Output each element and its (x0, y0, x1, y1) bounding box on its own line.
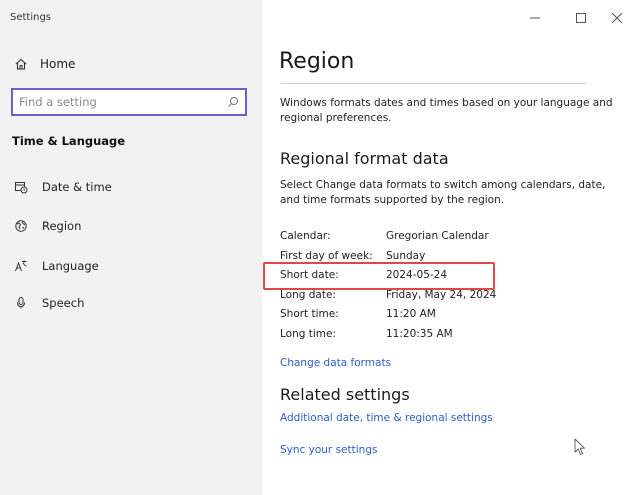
additional-regional-settings-link[interactable]: Additional date, time & regional setting… (280, 412, 493, 424)
language-icon (14, 259, 28, 273)
sidebar-item-label: Home (40, 57, 76, 71)
sidebar-item-speech[interactable]: Speech (14, 293, 249, 313)
format-label: Short time: (280, 308, 339, 320)
format-label: Calendar: (280, 230, 331, 242)
sidebar-item-label: Date & time (42, 180, 112, 194)
sidebar-item-label: Speech (42, 296, 85, 310)
sidebar-item-label: Language (42, 259, 99, 273)
calendar-clock-icon (14, 180, 28, 194)
search-icon[interactable] (221, 90, 245, 114)
home-icon (14, 57, 28, 71)
sidebar: Settings Home Time & Language Date & tim… (0, 0, 262, 495)
format-value: 11:20 AM (386, 308, 436, 320)
format-row-long-time: Long time: 11:20:35 AM (280, 325, 620, 343)
microphone-icon (14, 296, 28, 310)
search-input[interactable] (13, 90, 221, 114)
sidebar-item-region[interactable]: Region (14, 216, 249, 236)
sidebar-item-date-time[interactable]: Date & time (14, 177, 249, 197)
sidebar-item-language[interactable]: Language (14, 256, 249, 276)
format-row-calendar: Calendar: Gregorian Calendar (280, 227, 620, 245)
intro-text: Windows formats dates and times based on… (280, 97, 613, 124)
regional-format-description: Select Change data formats to switch amo… (280, 179, 606, 206)
page-title: Region (279, 49, 355, 74)
main-content: Region Windows formats dates and times b… (279, 0, 624, 495)
sidebar-item-label: Region (42, 219, 82, 233)
search-box[interactable] (11, 88, 247, 116)
format-value: 11:20:35 AM (386, 328, 453, 340)
format-row-short-time: Short time: 11:20 AM (280, 305, 620, 323)
highlight-annotation (263, 262, 495, 290)
regional-format-heading: Regional format data (280, 149, 449, 168)
sidebar-item-home[interactable]: Home (14, 54, 249, 74)
title-divider (281, 83, 587, 84)
section-title: Time & Language (12, 134, 126, 148)
related-settings-heading: Related settings (280, 385, 410, 404)
window-title: Settings (10, 12, 52, 23)
mouse-cursor-icon (574, 438, 586, 460)
format-label: Long time: (280, 328, 337, 340)
sync-settings-link[interactable]: Sync your settings (280, 444, 377, 456)
change-data-formats-link[interactable]: Change data formats (280, 357, 391, 369)
format-value: Gregorian Calendar (386, 230, 489, 242)
globe-icon (14, 219, 28, 233)
